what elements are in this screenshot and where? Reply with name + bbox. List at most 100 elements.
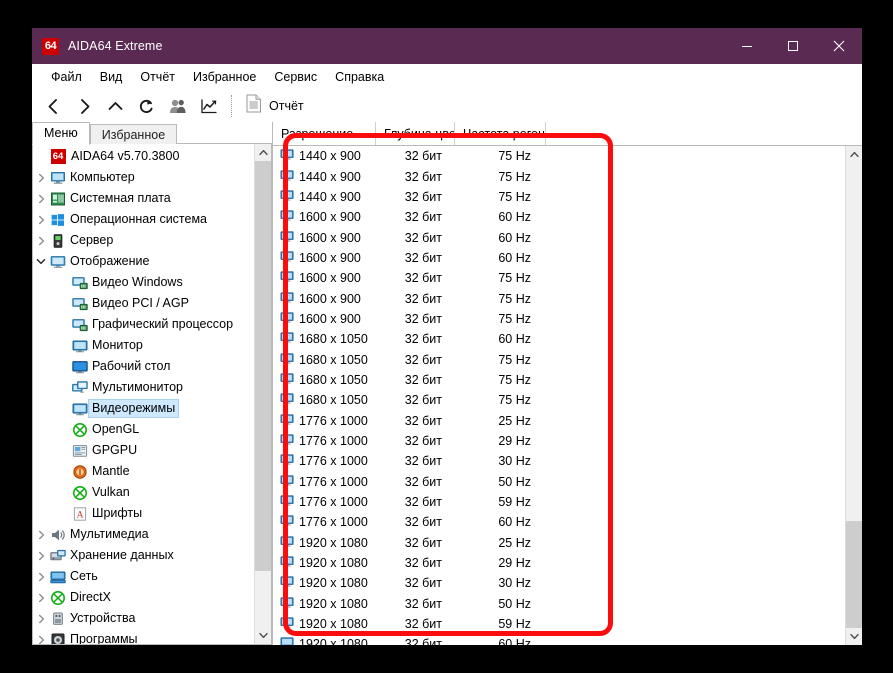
cell-resolution-text: 1680 x 1050 xyxy=(299,352,368,367)
cell-resolution: 1920 x 1080 xyxy=(273,616,376,632)
tree-item-1[interactable]: Системная плата xyxy=(33,188,254,209)
table-row[interactable]: 1680 x 1050 32 бит 60 Hz xyxy=(273,329,845,349)
navigation-tree[interactable]: 64 AIDA64 v5.70.3800 Компьютер Системная пл… xyxy=(33,144,254,644)
tree-item-17[interactable]: Мультимедиа xyxy=(33,524,254,545)
list-scrollbar[interactable] xyxy=(845,146,862,645)
tree-expand-arrow[interactable] xyxy=(33,236,49,246)
table-row[interactable]: 1680 x 1050 32 бит 75 Hz xyxy=(273,370,845,390)
table-row[interactable]: 1440 x 900 32 бит 75 Hz xyxy=(273,187,845,207)
table-row[interactable]: 1600 x 900 32 бит 75 Hz xyxy=(273,288,845,308)
table-row[interactable]: 1920 x 1080 32 бит 59 Hz xyxy=(273,614,845,634)
users-icon[interactable] xyxy=(162,92,193,120)
tree-scroll-down-button[interactable] xyxy=(255,627,271,644)
cell-color-depth: 32 бит xyxy=(404,230,442,245)
tree-expand-arrow[interactable] xyxy=(33,593,49,603)
close-button[interactable] xyxy=(816,28,862,64)
tree-expand-arrow[interactable] xyxy=(33,173,49,183)
tree-item-11[interactable]: Видеорежимы xyxy=(33,398,254,419)
menu-item-view[interactable]: Вид xyxy=(91,67,132,87)
column-header-color-depth[interactable]: Глубина цве... xyxy=(376,122,455,145)
tree-item-14[interactable]: Mantle xyxy=(33,461,254,482)
tree-item-2[interactable]: Операционная система xyxy=(33,209,254,230)
back-icon[interactable] xyxy=(38,92,69,120)
list-scroll-down-button[interactable] xyxy=(846,628,862,645)
table-row[interactable]: 1600 x 900 32 бит 60 Hz xyxy=(273,248,845,268)
table-row[interactable]: 1920 x 1080 32 бит 25 Hz xyxy=(273,533,845,553)
tree-item-18[interactable]: Хранение данных xyxy=(33,545,254,566)
tree-item-16[interactable]: A Шрифты xyxy=(33,503,254,524)
table-row[interactable]: 1776 x 1000 32 бит 25 Hz xyxy=(273,410,845,430)
table-row[interactable]: 1680 x 1050 32 бит 75 Hz xyxy=(273,349,845,369)
table-row[interactable]: 1600 x 900 32 бит 75 Hz xyxy=(273,268,845,288)
maximize-button[interactable] xyxy=(770,28,816,64)
table-row[interactable]: 1600 x 900 32 бит 75 Hz xyxy=(273,309,845,329)
tree-item-19[interactable]: Сеть xyxy=(33,566,254,587)
tree-item-20[interactable]: DirectX xyxy=(33,587,254,608)
tab-favorites[interactable]: Избранное xyxy=(89,124,178,145)
table-row[interactable]: 1920 x 1080 32 бит 60 Hz xyxy=(273,634,845,645)
column-header-refresh[interactable]: Частота регене... xyxy=(455,122,546,145)
tree-scroll-track[interactable] xyxy=(255,161,271,627)
table-row[interactable]: 1776 x 1000 32 бит 50 Hz xyxy=(273,472,845,492)
table-row[interactable]: 1600 x 900 32 бит 60 Hz xyxy=(273,227,845,247)
tree-expand-arrow[interactable] xyxy=(33,614,49,624)
table-row[interactable]: 1920 x 1080 32 бит 50 Hz xyxy=(273,594,845,614)
table-row[interactable]: 1680 x 1050 32 бит 75 Hz xyxy=(273,390,845,410)
column-header-resolution[interactable]: Разрешение xyxy=(273,122,376,145)
menu-item-service[interactable]: Сервис xyxy=(265,67,326,87)
tree-scroll-up-button[interactable] xyxy=(255,144,271,161)
tree-item-9[interactable]: Рабочий стол xyxy=(33,356,254,377)
tree-item-6[interactable]: Видео PCI / AGP xyxy=(33,293,254,314)
tree-item-7[interactable]: Графический процессор xyxy=(33,314,254,335)
menu-item-help[interactable]: Справка xyxy=(326,67,393,87)
table-row[interactable]: 1920 x 1080 32 бит 30 Hz xyxy=(273,573,845,593)
tree-item-22[interactable]: Программы xyxy=(33,629,254,644)
tree-expand-arrow[interactable] xyxy=(33,551,49,561)
tree-item-0[interactable]: Компьютер xyxy=(33,167,254,188)
list-scroll-track[interactable] xyxy=(846,163,862,628)
column-header-empty[interactable] xyxy=(546,122,862,145)
report-button[interactable]: Отчёт xyxy=(240,92,310,120)
tree-item-12[interactable]: OpenGL xyxy=(33,419,254,440)
tree-item-label: Видеорежимы xyxy=(87,399,180,418)
video-modes-list[interactable]: 1440 x 900 32 бит 75 Hz 1440 x 900 32 бит 75 … xyxy=(273,146,845,645)
tree-item-label: DirectX xyxy=(70,590,111,604)
menu-item-file[interactable]: Файл xyxy=(42,67,91,87)
refresh-icon[interactable] xyxy=(131,92,162,120)
tree-item-21[interactable]: Устройства xyxy=(33,608,254,629)
table-row[interactable]: 1776 x 1000 32 бит 29 Hz xyxy=(273,431,845,451)
tree-expand-arrow[interactable] xyxy=(33,194,49,204)
table-row[interactable]: 1600 x 900 32 бит 60 Hz xyxy=(273,207,845,227)
tree-expand-arrow[interactable] xyxy=(33,635,49,645)
tree-root-item[interactable]: 64 AIDA64 v5.70.3800 xyxy=(33,146,254,167)
table-row[interactable]: 1920 x 1080 32 бит 29 Hz xyxy=(273,553,845,573)
forward-icon[interactable] xyxy=(69,92,100,120)
tree-item-15[interactable]: Vulkan xyxy=(33,482,254,503)
tab-menu[interactable]: Меню xyxy=(32,122,90,145)
cell-refresh-rate: 75 Hz xyxy=(498,169,531,184)
tree-expand-arrow[interactable] xyxy=(33,530,49,540)
tree-item-4[interactable]: Отображение xyxy=(33,251,254,272)
tree-expand-arrow[interactable] xyxy=(33,257,49,266)
tree-item-3[interactable]: Сервер xyxy=(33,230,254,251)
tree-scrollbar[interactable] xyxy=(254,144,271,644)
up-icon[interactable] xyxy=(100,92,131,120)
minimize-button[interactable] xyxy=(724,28,770,64)
list-scroll-thumb[interactable] xyxy=(846,521,862,628)
tree-item-8[interactable]: Монитор xyxy=(33,335,254,356)
tree-item-10[interactable]: Мультимонитор xyxy=(33,377,254,398)
table-row[interactable]: 1776 x 1000 32 бит 60 Hz xyxy=(273,512,845,532)
menu-item-report[interactable]: Отчёт xyxy=(131,67,184,87)
table-row[interactable]: 1776 x 1000 32 бит 59 Hz xyxy=(273,492,845,512)
tree-item-13[interactable]: GPGPU xyxy=(33,440,254,461)
chart-icon[interactable] xyxy=(193,92,224,120)
tree-item-5[interactable]: Видео Windows xyxy=(33,272,254,293)
table-row[interactable]: 1440 x 900 32 бит 75 Hz xyxy=(273,166,845,186)
table-row[interactable]: 1440 x 900 32 бит 75 Hz xyxy=(273,146,845,166)
tree-expand-arrow[interactable] xyxy=(33,215,49,225)
table-row[interactable]: 1776 x 1000 32 бит 30 Hz xyxy=(273,451,845,471)
list-scroll-up-button[interactable] xyxy=(846,146,862,163)
menu-item-favorites[interactable]: Избранное xyxy=(184,67,265,87)
tree-expand-arrow[interactable] xyxy=(33,572,49,582)
tree-scroll-thumb[interactable] xyxy=(255,161,271,572)
